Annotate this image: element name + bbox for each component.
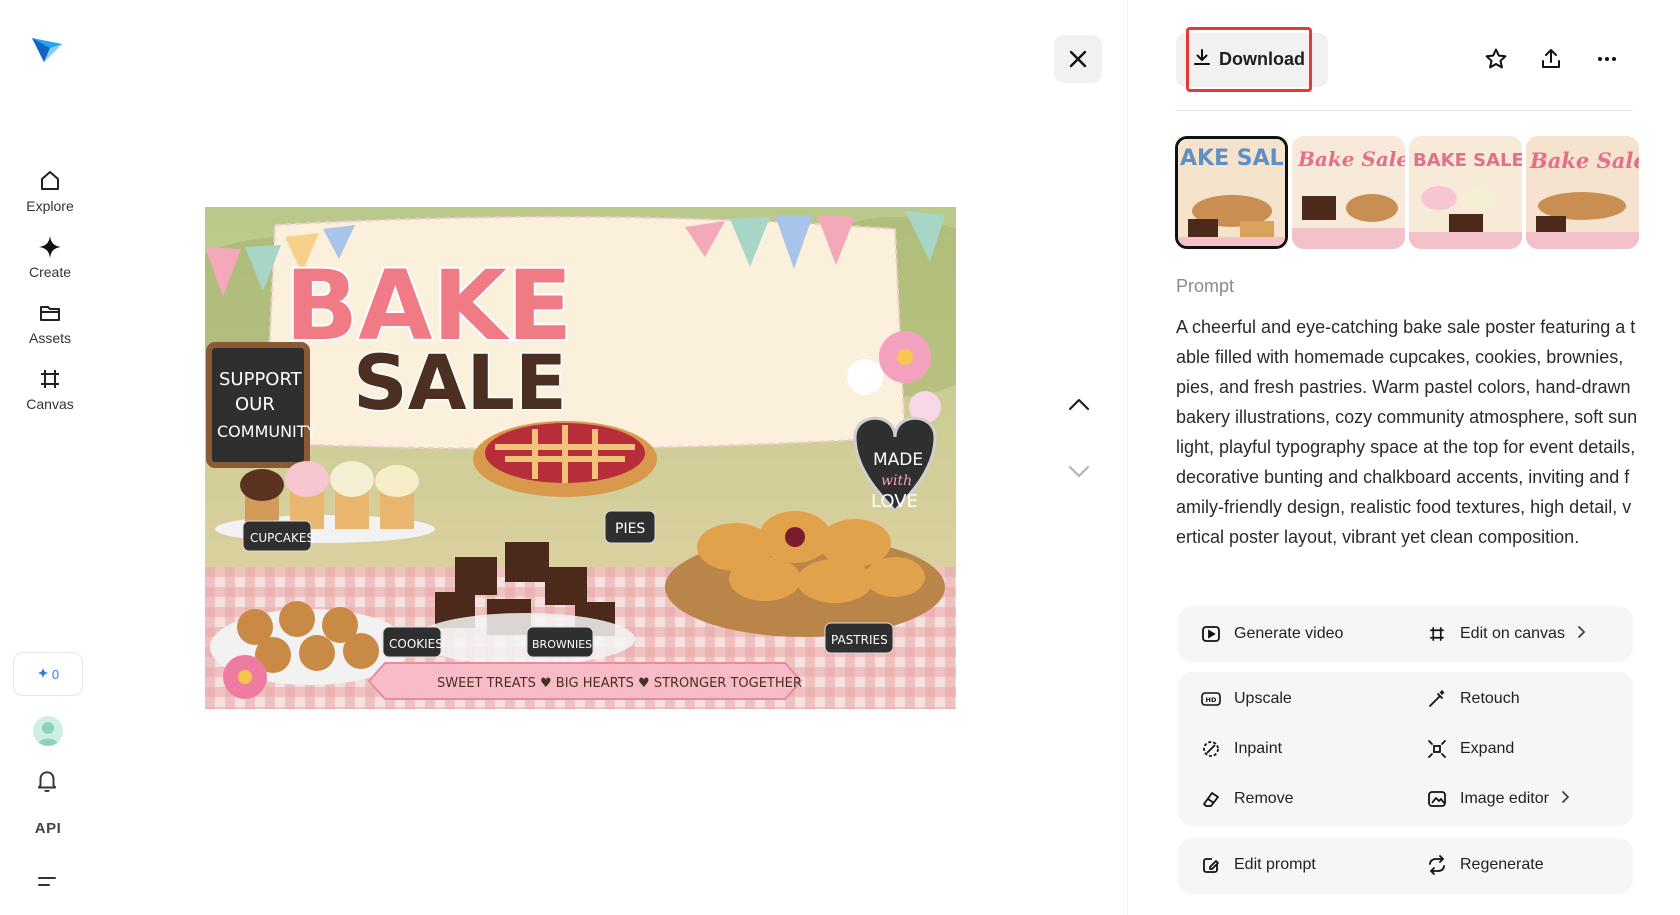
panel-divider	[1127, 0, 1128, 915]
credit-sparkle-icon	[37, 667, 49, 682]
close-button[interactable]	[1054, 35, 1102, 83]
generated-image: BAKE SALE SUPPORT OUR COMMUNITY MADE wit…	[205, 207, 956, 709]
canvas-icon	[37, 366, 63, 392]
nav-assets[interactable]: Assets	[10, 300, 90, 362]
chevron-right-icon	[1577, 625, 1587, 644]
edit-on-canvas-button[interactable]: Edit on canvas	[1426, 623, 1587, 645]
thumbnail-3[interactable]: BAKE SALE!	[1409, 136, 1522, 249]
home-icon	[37, 168, 63, 194]
upscale-button[interactable]: HD Upscale	[1200, 688, 1292, 710]
prompt-fade	[1176, 540, 1638, 582]
retouch-button[interactable]: Retouch	[1426, 688, 1520, 710]
credits-badge[interactable]: 0	[13, 652, 83, 696]
regenerate-label: Regenerate	[1460, 856, 1544, 873]
download-icon	[1193, 48, 1211, 71]
nav-create[interactable]: Create	[10, 234, 90, 296]
label-cookies: COOKIES	[389, 637, 443, 651]
generate-video-label: Generate video	[1234, 625, 1344, 642]
more-options-icon[interactable]	[1592, 44, 1622, 74]
nav-canvas-label: Canvas	[26, 396, 74, 412]
nav-assets-label: Assets	[28, 330, 71, 346]
avatar[interactable]	[33, 716, 63, 746]
expand-button[interactable]: Expand	[1426, 738, 1514, 760]
regenerate-icon	[1426, 854, 1448, 876]
inpaint-label: Inpaint	[1234, 740, 1283, 757]
thumbnail-2-text: Bake Sale!	[1297, 147, 1405, 171]
image-edit-icon	[1426, 788, 1448, 810]
label-cupcakes: CUPCAKES	[250, 531, 314, 545]
eraser-icon	[1200, 788, 1222, 810]
chalk-right-3: LOVE	[871, 491, 918, 512]
edit-prompt-label: Edit prompt	[1234, 856, 1316, 873]
credits-count: 0	[51, 666, 60, 682]
download-button[interactable]: Download	[1186, 27, 1312, 92]
retouch-label: Retouch	[1460, 690, 1520, 707]
sparkle-icon	[37, 234, 63, 260]
share-icon[interactable]	[1536, 44, 1566, 74]
thumbnail-4-text: Bake Sale!	[1529, 148, 1639, 173]
label-brownies: BROWNIES	[532, 638, 592, 651]
svg-text:HD: HD	[1206, 696, 1217, 704]
previous-image-button[interactable]	[1064, 389, 1094, 419]
chalk-left-2: OUR	[235, 394, 275, 415]
bell-icon[interactable]	[34, 768, 60, 794]
edit-prompt-icon	[1200, 854, 1222, 876]
app-logo[interactable]	[30, 32, 64, 66]
hd-icon: HD	[1200, 688, 1222, 710]
image-editor-label: Image editor	[1460, 790, 1549, 807]
video-icon	[1200, 623, 1222, 645]
expand-icon	[1426, 738, 1448, 760]
label-pies: PIES	[615, 521, 645, 537]
label-pastries: PASTRIES	[831, 633, 888, 647]
thumbnail-4[interactable]: Bake Sale!	[1526, 136, 1639, 249]
nav-explore[interactable]: Explore	[10, 168, 90, 230]
thumbnail-1[interactable]: AKE SALE	[1175, 136, 1288, 249]
image-editor-button[interactable]: Image editor	[1426, 788, 1571, 810]
remove-label: Remove	[1234, 790, 1294, 807]
nav-explore-label: Explore	[26, 198, 74, 214]
favorite-star-icon[interactable]	[1481, 44, 1511, 74]
poster-banner-text: SWEET TREATS ♥ BIG HEARTS ♥ STRONGER TOG…	[437, 676, 802, 691]
chalk-left-3: COMMUNITY	[217, 422, 317, 441]
thumbnail-3-text: BAKE SALE!	[1413, 150, 1522, 171]
edit-on-canvas-label: Edit on canvas	[1460, 625, 1565, 642]
chalk-left-1: SUPPORT	[219, 369, 303, 390]
chalk-right-1: MADE	[873, 450, 923, 470]
regenerate-button[interactable]: Regenerate	[1426, 854, 1544, 876]
thumbnail-2[interactable]: Bake Sale!	[1292, 136, 1405, 249]
folder-icon	[37, 300, 63, 326]
poster-title-2: SALE	[353, 338, 567, 427]
api-link[interactable]: API	[28, 820, 68, 837]
prompt-label: Prompt	[1176, 276, 1235, 296]
remove-button[interactable]: Remove	[1200, 788, 1294, 810]
chevron-right-icon	[1561, 790, 1571, 809]
left-sidebar: Explore Create Assets Canvas 0 API	[0, 0, 100, 915]
magic-wand-icon	[1426, 688, 1448, 710]
edit-prompt-button[interactable]: Edit prompt	[1200, 854, 1316, 876]
inpaint-icon	[1200, 738, 1222, 760]
canvas-icon	[1426, 623, 1448, 645]
nav-create-label: Create	[28, 264, 72, 280]
thumbnail-1-text: AKE SALE	[1180, 146, 1285, 171]
inpaint-button[interactable]: Inpaint	[1200, 738, 1282, 760]
download-label: Download	[1219, 49, 1305, 69]
next-image-button[interactable]	[1064, 457, 1094, 487]
nav-canvas[interactable]: Canvas	[10, 366, 90, 428]
expand-label: Expand	[1460, 740, 1515, 757]
upscale-label: Upscale	[1234, 690, 1292, 707]
menu-icon[interactable]	[36, 872, 58, 892]
generate-video-button[interactable]: Generate video	[1200, 623, 1343, 645]
header-divider	[1175, 110, 1633, 111]
chalk-right-2: with	[881, 473, 912, 489]
